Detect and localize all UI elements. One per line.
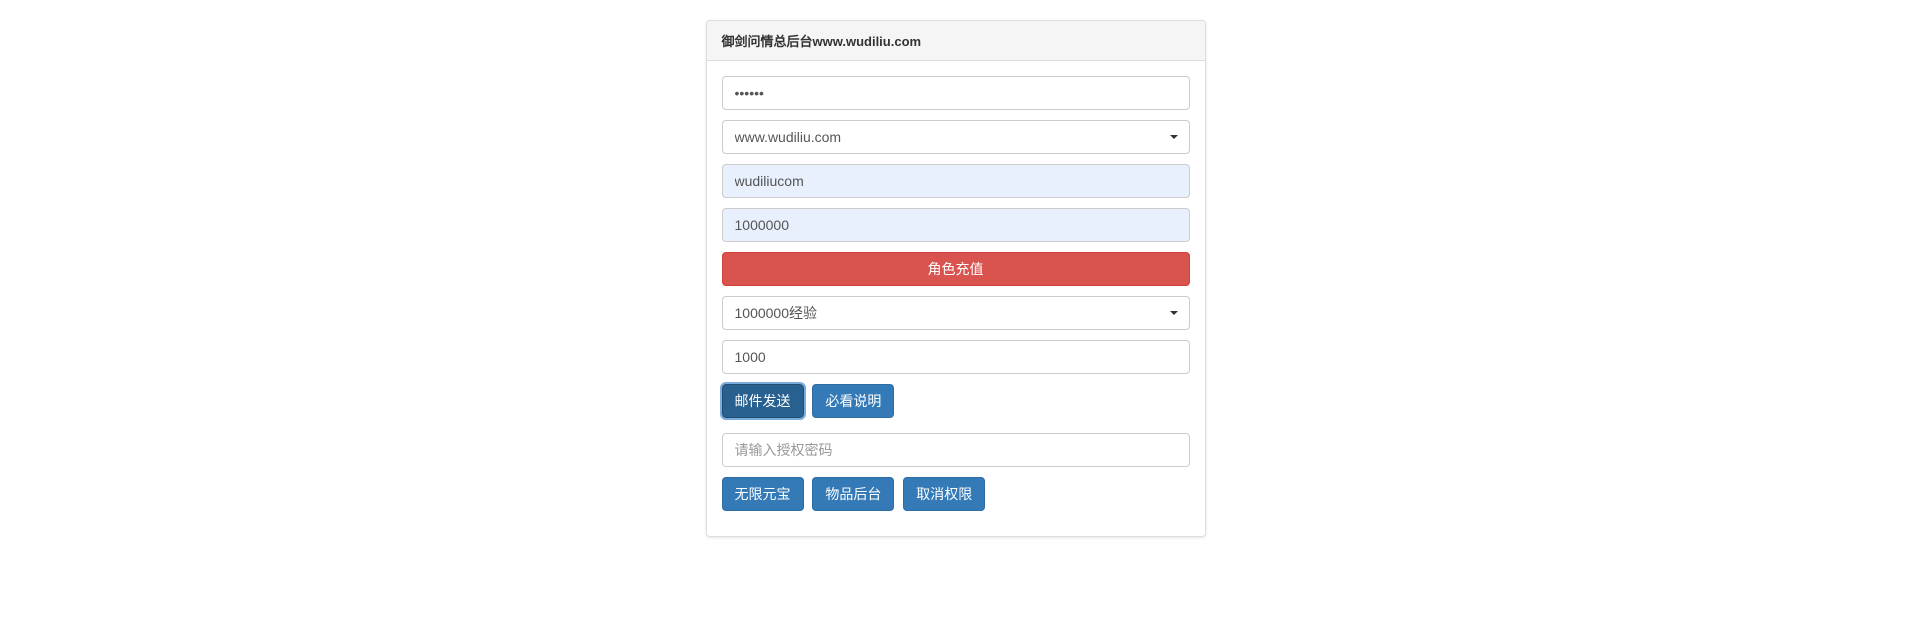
panel-body: www.wudiliu.com 角色充值 1000000经验 邮件发送 必看说明 [707, 61, 1205, 536]
amount-input[interactable] [722, 208, 1190, 242]
must-read-button[interactable]: 必看说明 [812, 384, 894, 418]
panel-title: 御剑问情总后台www.wudiliu.com [722, 34, 922, 49]
recharge-button[interactable]: 角色充值 [722, 252, 1190, 286]
exp-amount-input[interactable] [722, 340, 1190, 374]
admin-panel: 御剑问情总后台www.wudiliu.com www.wudiliu.com 角… [706, 20, 1206, 537]
panel-header: 御剑问情总后台www.wudiliu.com [707, 21, 1205, 61]
item-backend-button[interactable]: 物品后台 [812, 477, 894, 511]
auth-password-input[interactable] [722, 433, 1190, 467]
experience-select[interactable]: 1000000经验 [722, 296, 1190, 330]
unlimited-gold-button[interactable]: 无限元宝 [722, 477, 804, 511]
username-input[interactable] [722, 164, 1190, 198]
send-mail-button[interactable]: 邮件发送 [722, 384, 804, 418]
password-input[interactable] [722, 76, 1190, 110]
cancel-auth-button[interactable]: 取消权限 [903, 477, 985, 511]
server-select[interactable]: www.wudiliu.com [722, 120, 1190, 154]
